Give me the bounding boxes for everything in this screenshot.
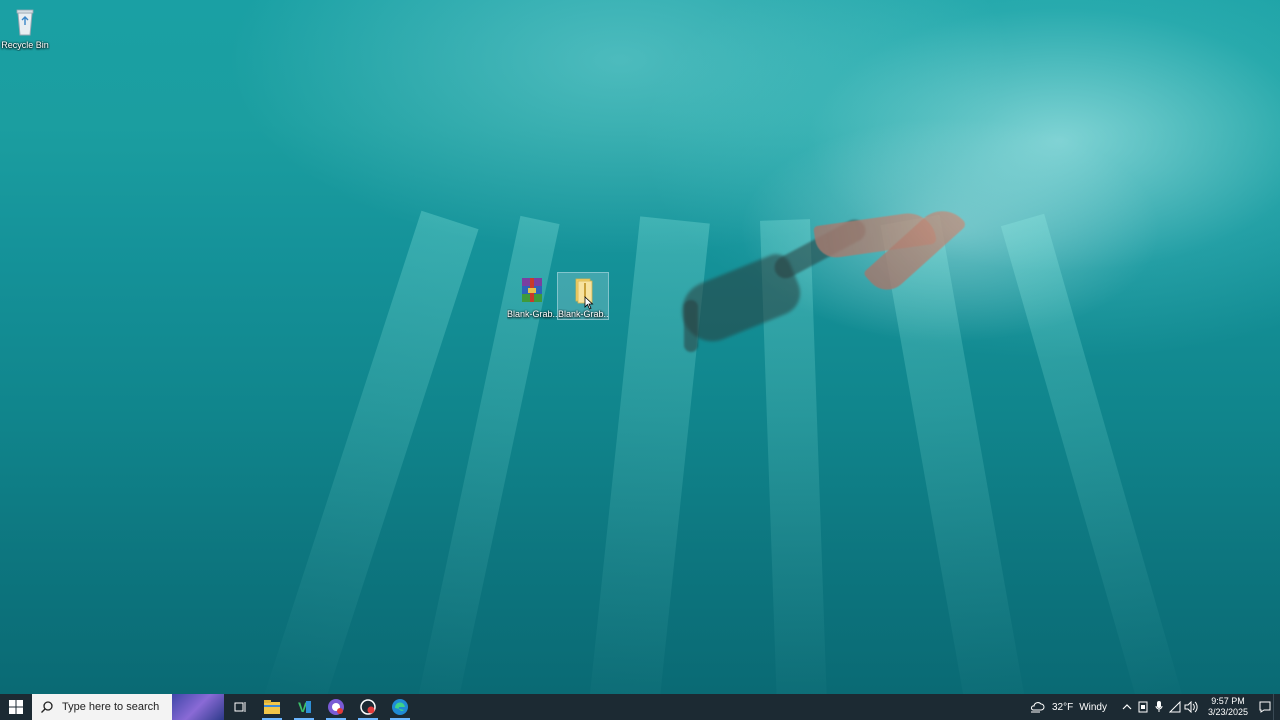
record-icon	[360, 699, 376, 715]
desktop-icon-label: Recycle Bin	[1, 40, 49, 50]
recycle-bin-icon	[9, 6, 41, 38]
chevron-up-icon	[1122, 704, 1132, 710]
swimmer-arm	[684, 300, 698, 352]
network-button[interactable]	[1167, 694, 1183, 720]
windows-logo-icon	[9, 700, 23, 714]
light-ray	[1000, 213, 1188, 694]
volume-icon	[1184, 701, 1198, 713]
clock-date: 3/23/2025	[1207, 707, 1249, 717]
wind-cloud-icon	[1030, 702, 1045, 713]
winrar-archive-icon	[516, 275, 548, 307]
desktop-icon-folder[interactable]: Blank-Grab...	[557, 272, 609, 320]
taskbar-app-visual-studio[interactable]: V	[288, 694, 320, 720]
clock[interactable]: 9:57 PM 3/23/2025	[1205, 696, 1251, 718]
show-hidden-icons-button[interactable]	[1119, 694, 1135, 720]
mouse-cursor-icon	[584, 296, 594, 310]
device-icon	[1138, 701, 1148, 713]
notification-center-button[interactable]	[1257, 694, 1273, 720]
taskbar: Type here to search V 32°F Windy 9:57 PM…	[0, 694, 1280, 720]
desktop-icon-recycle-bin[interactable]: Recycle Bin	[0, 6, 50, 51]
folder-icon	[567, 275, 599, 307]
tray-device-button[interactable]	[1135, 694, 1151, 720]
show-desktop-button[interactable]	[1273, 694, 1280, 720]
task-view-button[interactable]	[224, 694, 256, 720]
search-placeholder: Type here to search	[62, 701, 160, 713]
light-ray	[880, 214, 1030, 694]
edge-icon	[392, 699, 408, 715]
clock-time: 9:57 PM	[1211, 696, 1245, 706]
volume-button[interactable]	[1183, 694, 1199, 720]
taskbar-app-discord[interactable]	[320, 694, 352, 720]
search-highlight-art	[172, 694, 224, 720]
task-view-icon	[234, 702, 246, 712]
weather-temp: 32°F	[1051, 701, 1074, 713]
search-icon	[41, 701, 53, 713]
microphone-button[interactable]	[1151, 694, 1167, 720]
desktop-icon-label: Blank-Grab...	[558, 309, 608, 319]
visual-studio-icon: V	[298, 699, 311, 715]
wifi-icon	[1169, 701, 1181, 713]
notification-icon	[1259, 701, 1271, 713]
weather-widget[interactable]: 32°F Windy	[1030, 701, 1107, 713]
file-explorer-icon	[264, 700, 280, 714]
taskbar-app-edge[interactable]	[384, 694, 416, 720]
discord-icon	[328, 699, 344, 715]
start-button[interactable]	[0, 694, 32, 720]
taskbar-app-recorder[interactable]	[352, 694, 384, 720]
desktop-wallpaper[interactable]: Recycle Bin Blank-Grab... Blank-Grab...	[0, 0, 1280, 694]
system-tray: 32°F Windy 9:57 PM 3/23/2025	[1030, 694, 1280, 720]
search-box[interactable]: Type here to search	[32, 694, 224, 720]
weather-condition: Windy	[1079, 701, 1107, 713]
taskbar-app-file-explorer[interactable]	[256, 694, 288, 720]
desktop-icon-archive[interactable]: Blank-Grab...	[507, 275, 557, 320]
microphone-icon	[1155, 701, 1163, 712]
desktop-icon-label: Blank-Grab...	[507, 309, 557, 319]
